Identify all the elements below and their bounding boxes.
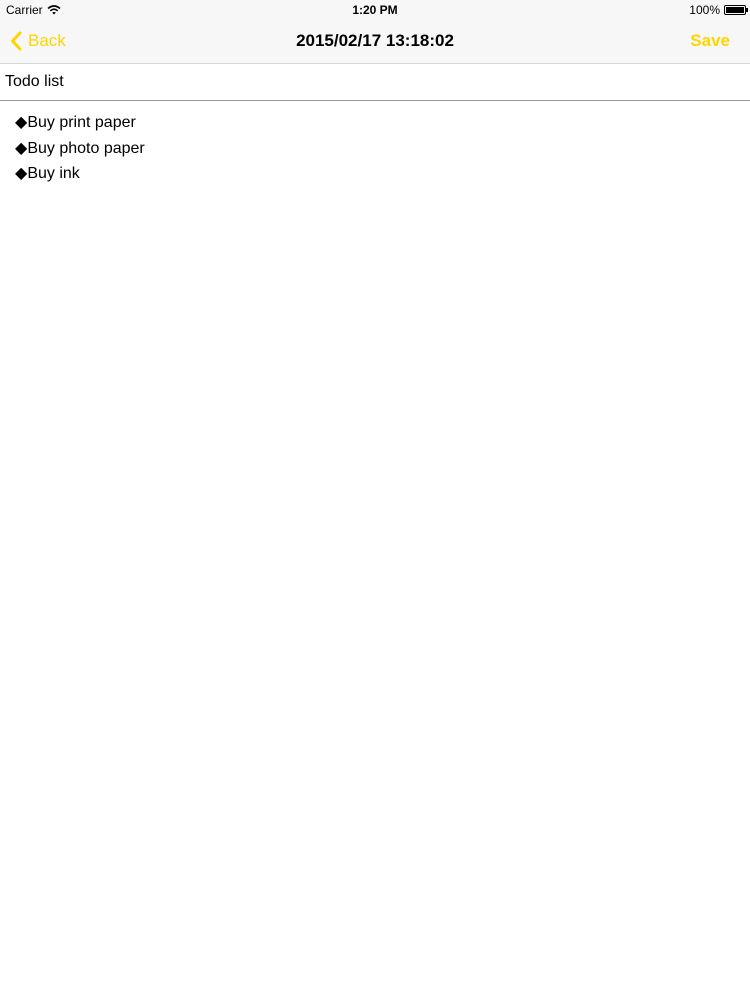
todo-item[interactable]: ◆Buy photo paper bbox=[15, 136, 750, 162]
status-time: 1:20 PM bbox=[352, 3, 398, 17]
note-title-input[interactable] bbox=[0, 64, 750, 100]
status-right: 100% bbox=[689, 3, 748, 17]
todo-item[interactable]: ◆Buy print paper bbox=[15, 110, 750, 136]
note-body[interactable]: ◆Buy print paper ◆Buy photo paper ◆Buy ink bbox=[0, 102, 750, 1000]
todo-list: ◆Buy print paper ◆Buy photo paper ◆Buy ink bbox=[0, 102, 750, 187]
nav-title: 2015/02/17 13:18:02 bbox=[296, 31, 454, 50]
todo-item[interactable]: ◆Buy ink bbox=[15, 161, 750, 187]
todo-item-text: Buy print paper bbox=[27, 114, 136, 131]
battery-level-fill bbox=[726, 7, 744, 13]
save-button[interactable]: Save bbox=[690, 31, 730, 51]
navigation-bar: Back 2015/02/17 13:18:02 Save bbox=[0, 20, 750, 64]
bullet-icon: ◆ bbox=[15, 114, 28, 131]
bullet-icon: ◆ bbox=[15, 139, 28, 157]
todo-item-text: Buy photo paper bbox=[27, 139, 145, 157]
todo-item-text: Buy ink bbox=[27, 165, 80, 182]
note-title-field[interactable] bbox=[0, 64, 750, 101]
battery-icon bbox=[724, 5, 748, 15]
status-bar: Carrier 1:20 PM 100% bbox=[0, 0, 750, 20]
battery-percent: 100% bbox=[689, 3, 720, 17]
bullet-icon: ◆ bbox=[15, 165, 28, 182]
